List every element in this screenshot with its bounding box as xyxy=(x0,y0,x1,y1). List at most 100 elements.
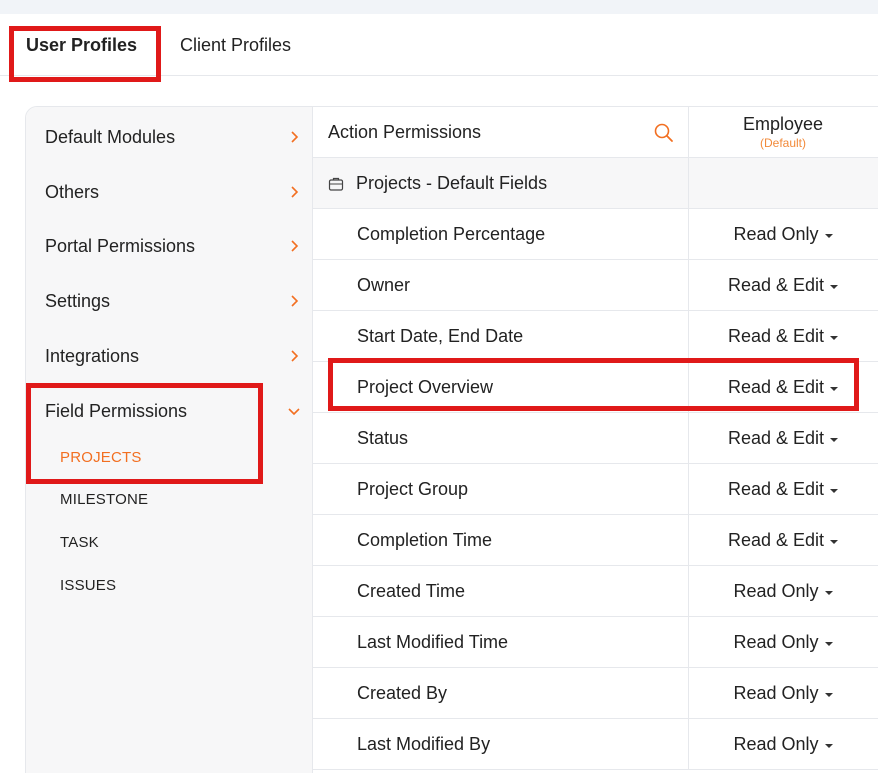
field-name: Created Time xyxy=(357,581,466,601)
permission-dropdown[interactable]: Read Only xyxy=(689,209,877,260)
permission-value: Read Only xyxy=(733,581,819,601)
permission-value: Read & Edit xyxy=(727,326,825,346)
permission-value: Read Only xyxy=(733,224,819,244)
permission-cell: Read Only xyxy=(688,668,878,719)
sidebar-item-label: Others xyxy=(45,181,100,202)
caret-down-icon xyxy=(830,437,839,442)
permission-value: Read & Edit xyxy=(727,530,825,550)
table-row: Project Overview Read & Edit xyxy=(313,362,878,413)
default-label: (Default) xyxy=(759,136,806,150)
field-name: Project Group xyxy=(357,479,469,499)
table-row: Last Modified By Read Only xyxy=(313,719,878,770)
table-row: Completion Time Read & Edit xyxy=(313,515,878,566)
sidebar-subitem-milestone[interactable]: MILESTONE xyxy=(60,491,148,508)
tab-user-profiles[interactable]: User Profiles xyxy=(26,14,137,76)
caret-down-icon xyxy=(830,284,839,289)
field-name: Completion Percentage xyxy=(357,224,546,244)
permission-cell: Read & Edit xyxy=(688,260,878,311)
field-name: Last Modified Time xyxy=(357,632,509,652)
table-row: Completion Percentage Read Only xyxy=(313,209,878,260)
permission-cell: Read Only xyxy=(688,566,878,617)
sidebar-item-label: Portal Permissions xyxy=(45,235,196,256)
caret-down-icon xyxy=(824,641,833,646)
group-row: Projects - Default Fields xyxy=(313,158,878,209)
briefcase-icon xyxy=(328,177,344,191)
sidebar-item-integrations[interactable]: Integrations xyxy=(45,341,300,371)
permissions-table: Action Permissions Employee (Default) Pr… xyxy=(313,107,878,773)
sidebar-item-portal-permissions[interactable]: Portal Permissions xyxy=(45,231,300,261)
chevron-right-icon xyxy=(288,131,300,143)
permission-dropdown[interactable]: Read Only xyxy=(689,668,877,719)
table-row: Created Time Read Only xyxy=(313,566,878,617)
permission-value: Read & Edit xyxy=(727,479,825,499)
permission-dropdown[interactable]: Read & Edit xyxy=(689,362,877,413)
permission-value: Read Only xyxy=(733,683,819,703)
permission-dropdown[interactable]: Read & Edit xyxy=(689,260,877,311)
sidebar-item-others[interactable]: Others xyxy=(45,177,300,207)
chevron-right-icon xyxy=(288,295,300,307)
permission-cell: Read & Edit xyxy=(688,311,878,362)
permission-cell: Read & Edit xyxy=(688,515,878,566)
permission-dropdown[interactable]: Read & Edit xyxy=(689,464,877,515)
employee-column-header: Employee (Default) xyxy=(688,107,878,158)
permission-cell: Read Only xyxy=(688,209,878,260)
table-row: Owner Read & Edit xyxy=(313,260,878,311)
action-permissions-heading: Action Permissions xyxy=(328,122,482,142)
search-icon[interactable] xyxy=(653,122,675,144)
chevron-down-icon xyxy=(288,405,300,417)
permission-cell: Read & Edit xyxy=(688,413,878,464)
permission-dropdown[interactable]: Read Only xyxy=(689,566,877,617)
field-name: Completion Time xyxy=(357,530,493,550)
tab-client-profiles[interactable]: Client Profiles xyxy=(180,14,291,76)
permission-dropdown[interactable]: Read Only xyxy=(689,617,877,668)
permissions-panel: Default Modules Others Portal Permission… xyxy=(25,106,878,773)
sidebar-subitem-task[interactable]: TASK xyxy=(60,534,99,551)
top-strip xyxy=(0,0,878,14)
sidebar-subitem-issues[interactable]: ISSUES xyxy=(60,577,116,594)
field-name: Owner xyxy=(357,275,411,295)
sidebar-item-label: Default Modules xyxy=(45,126,176,147)
field-name: Status xyxy=(357,428,409,448)
field-name: Last Modified By xyxy=(357,734,491,754)
permission-value: Read & Edit xyxy=(727,377,825,397)
sidebar-item-label: Integrations xyxy=(45,345,140,366)
sidebar-subitem-projects[interactable]: PROJECTS xyxy=(60,449,142,466)
permission-value: Read & Edit xyxy=(727,428,825,448)
sidebar-item-label: Settings xyxy=(45,290,111,311)
sidebar-item-default-modules[interactable]: Default Modules xyxy=(45,122,300,152)
caret-down-icon xyxy=(824,590,833,595)
group-permission-cell xyxy=(688,158,878,209)
permission-dropdown[interactable]: Read Only xyxy=(689,719,877,770)
caret-down-icon xyxy=(830,335,839,340)
chevron-right-icon xyxy=(288,350,300,362)
group-title: Projects - Default Fields xyxy=(313,158,688,209)
field-name: Start Date, End Date xyxy=(357,326,524,346)
permission-dropdown[interactable]: Read & Edit xyxy=(689,311,877,362)
table-row: Start Date, End Date Read & Edit xyxy=(313,311,878,362)
caret-down-icon xyxy=(830,539,839,544)
table-row: Last Modified Time Read Only xyxy=(313,617,878,668)
chevron-right-icon xyxy=(288,240,300,252)
sidebar-item-label: Field Permissions xyxy=(45,400,188,421)
caret-down-icon xyxy=(824,233,833,238)
chevron-right-icon xyxy=(288,186,300,198)
permission-value: Read Only xyxy=(733,632,819,652)
permission-cell: Read Only xyxy=(688,719,878,770)
permission-value: Read & Edit xyxy=(727,275,825,295)
permission-dropdown[interactable]: Read & Edit xyxy=(689,515,877,566)
caret-down-icon xyxy=(824,743,833,748)
employee-heading: Employee xyxy=(742,114,824,134)
caret-down-icon xyxy=(830,386,839,391)
sidebar-item-field-permissions[interactable]: Field Permissions xyxy=(45,396,300,426)
group-title-text: Projects - Default Fields xyxy=(356,173,548,193)
permission-dropdown[interactable]: Read & Edit xyxy=(689,413,877,464)
sidebar: Default Modules Others Portal Permission… xyxy=(26,107,313,773)
table-row: Created By Read Only xyxy=(313,668,878,719)
table-row: Project Group Read & Edit xyxy=(313,464,878,515)
caret-down-icon xyxy=(824,692,833,697)
permission-cell: Read & Edit xyxy=(688,362,878,413)
permission-cell: Read & Edit xyxy=(688,464,878,515)
sidebar-item-settings[interactable]: Settings xyxy=(45,286,300,316)
caret-down-icon xyxy=(830,488,839,493)
field-name: Created By xyxy=(357,683,448,703)
